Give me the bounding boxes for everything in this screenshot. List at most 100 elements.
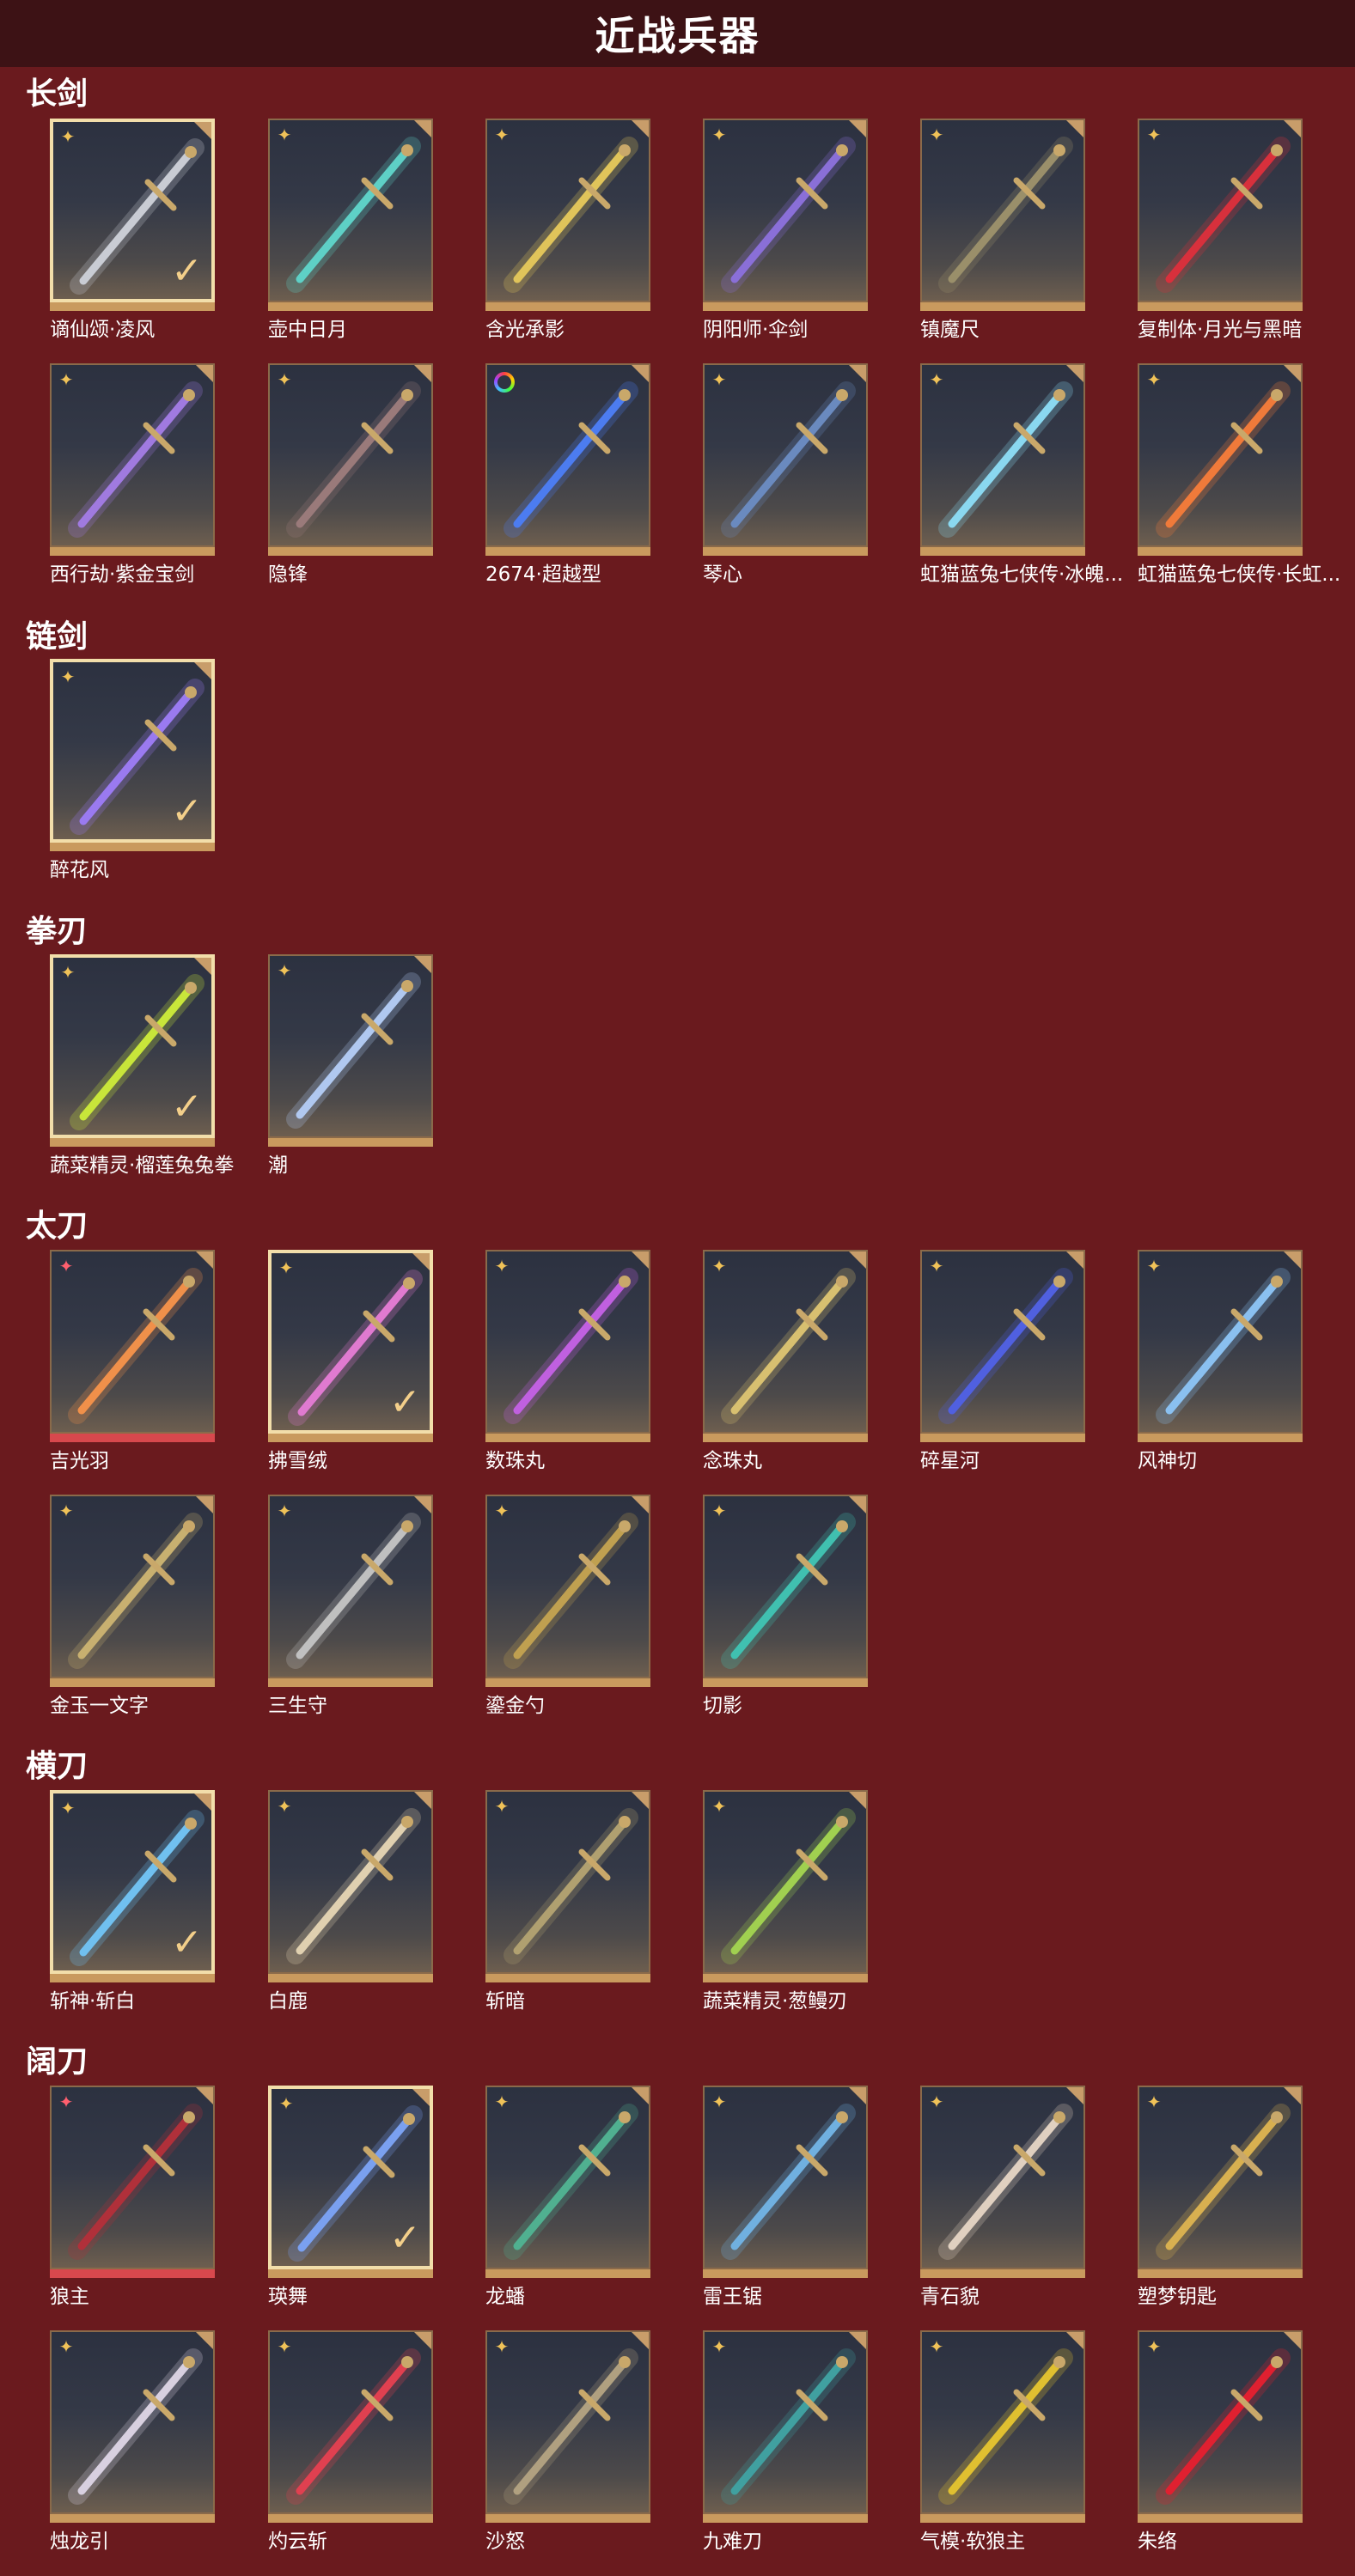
corner-icon [414,956,431,973]
card-base [485,1434,650,1442]
weapon-card[interactable]: ✦ [485,1495,650,1687]
weapon-art [721,1268,856,1424]
weapon-card[interactable]: ✦ [268,1495,433,1687]
weapon-art [68,1268,203,1424]
star-icon: ✦ [278,2093,294,2114]
card-base [703,1678,868,1687]
weapon-thumbnail: ✦ ✓ [50,954,215,1138]
card-base [703,2514,868,2523]
weapon-card[interactable]: ✦ [268,2330,433,2523]
weapon-label: 复制体·月光与黑暗 [1138,319,1303,341]
weapon-label: 含光承影 [485,319,565,341]
weapon-card[interactable]: ✦ [920,119,1085,311]
weapon-thumbnail: ✦ [268,1495,433,1678]
weapon-card[interactable]: ✦ [703,119,868,311]
weapon-card[interactable]: ✦ [50,363,215,556]
star-icon: ✦ [60,962,76,983]
category-title: 阔刀 [26,2044,89,2080]
weapon-card[interactable]: ✦ [268,1790,433,1982]
weapon-card[interactable]: ✦ [1138,1250,1303,1442]
corner-icon [849,1251,866,1269]
weapon-card[interactable]: ✦ [50,1250,215,1442]
weapon-label: 青石貌 [920,2286,980,2308]
weapon-card[interactable]: ✦ [920,363,1085,556]
weapon-thumbnail: ✦ [485,119,650,302]
weapon-card[interactable]: ✦ [485,2086,650,2278]
weapon-thumbnail: ✦ [268,2330,433,2514]
weapon-label: 镇魔尺 [920,319,980,341]
weapon-thumbnail: ✦ [703,119,868,302]
weapon-card[interactable]: ✦ ✓ [268,2086,433,2278]
weapon-card[interactable]: ✦ [920,2086,1085,2278]
star-icon: ✦ [711,125,727,145]
weapon-card[interactable]: ✦ [1138,119,1303,311]
star-icon: ✦ [711,1501,727,1521]
corner-icon [196,2332,213,2349]
weapon-thumbnail: ✦ [920,2330,1085,2514]
weapon-label: 虹猫蓝兔七侠传·长虹... [1138,563,1341,586]
weapon-card[interactable]: ✦ [268,119,433,311]
weapon-card[interactable]: ✦ [703,1495,868,1687]
weapon-label: 斩神·斩白 [50,1990,136,2013]
weapon-card[interactable]: ✦ [703,1250,868,1442]
weapon-thumbnail: ✦ [485,2086,650,2269]
weapon-card[interactable]: ✦ [1138,2330,1303,2523]
card-base [1138,547,1303,556]
weapon-card[interactable]: ✦ [50,1495,215,1687]
weapon-card[interactable]: ✦ [703,363,868,556]
corner-icon [1284,1251,1301,1269]
weapon-art [504,1513,638,1669]
weapon-card[interactable]: ✦ [268,363,433,556]
weapon-card[interactable]: ✦ [485,1250,650,1442]
star-icon: ✦ [277,960,292,981]
weapon-card[interactable]: ✦ [703,1790,868,1982]
checkmark-icon: ✓ [171,1085,203,1129]
weapon-thumbnail: ✦ [703,2330,868,2514]
weapon-card[interactable]: ✦ [50,2330,215,2523]
corner-icon [849,365,866,382]
corner-icon [1066,2332,1083,2349]
corner-icon [194,122,211,139]
weapon-art [286,972,421,1129]
weapon-card[interactable]: ✦ ✓ [50,954,215,1147]
weapon-thumbnail: ✦ [50,2330,215,2514]
weapon-card[interactable]: ✦ [703,2086,868,2278]
weapon-art [68,2348,203,2505]
page-title: 近战兵器 [595,13,760,59]
weapon-thumbnail: ✦ [485,1495,650,1678]
weapon-art [68,2104,203,2260]
weapon-label: 气模·软狼主 [920,2530,1026,2553]
weapon-art [504,137,638,293]
weapon-card[interactable]: ✦ [485,119,650,311]
weapon-card[interactable]: ✦ ✓ [50,659,215,851]
weapon-card[interactable] [485,363,650,556]
weapon-art [938,1268,1073,1424]
weapon-label: 谪仙颂·凌风 [50,319,156,341]
star-icon: ✦ [58,369,74,390]
corner-icon [632,2332,649,2349]
weapon-card[interactable]: ✦ ✓ [50,1790,215,1982]
weapon-card[interactable]: ✦ [485,1790,650,1982]
weapon-card[interactable]: ✦ [920,2330,1085,2523]
weapon-card[interactable]: ✦ [485,2330,650,2523]
star-icon: ✦ [277,1796,292,1817]
weapon-card[interactable]: ✦ [268,954,433,1147]
weapon-thumbnail: ✦ [50,363,215,547]
card-base [703,547,868,556]
weapon-label: 2674·超越型 [485,563,601,586]
corner-icon [414,2332,431,2349]
card-base [50,302,215,311]
weapon-card[interactable]: ✦ [920,1250,1085,1442]
weapon-card[interactable]: ✦ [703,2330,868,2523]
weapon-thumbnail: ✦ [268,954,433,1138]
weapon-art [938,2348,1073,2505]
weapon-card[interactable]: ✦ [1138,2086,1303,2278]
weapon-card[interactable]: ✦ ✓ [50,119,215,311]
corner-icon [849,2087,866,2104]
weapon-card[interactable]: ✦ [1138,363,1303,556]
card-base [268,1678,433,1687]
weapon-art [1156,137,1291,293]
weapon-thumbnail: ✦ [485,1250,650,1434]
weapon-card[interactable]: ✦ ✓ [268,1250,433,1442]
weapon-card[interactable]: ✦ [50,2086,215,2278]
